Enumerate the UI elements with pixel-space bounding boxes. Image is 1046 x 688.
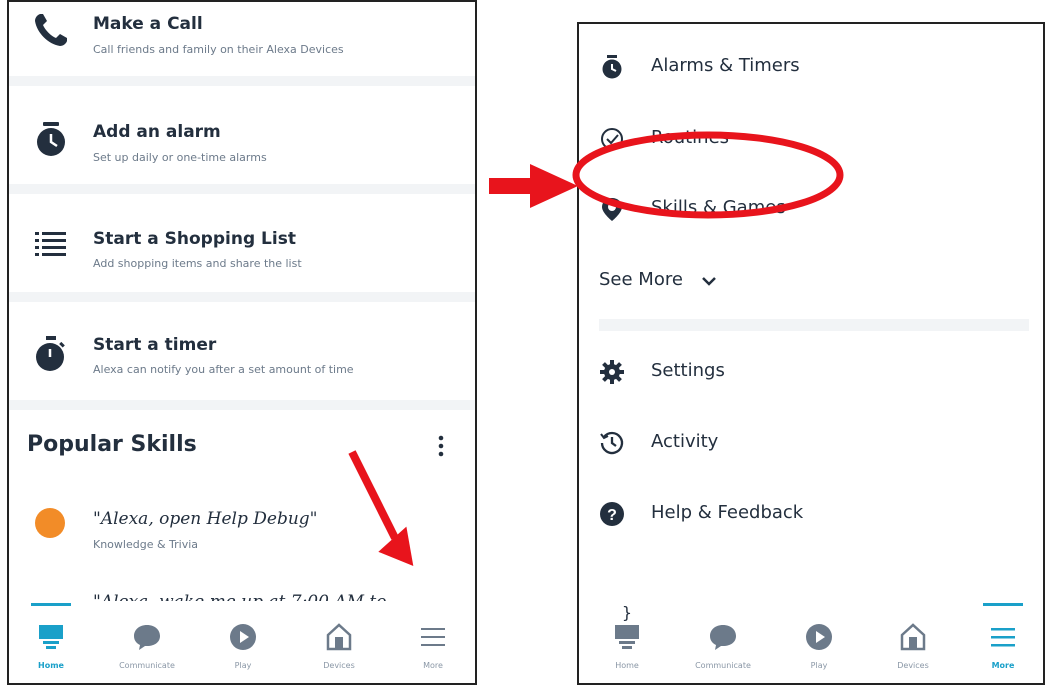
nav-label: Home <box>38 661 64 670</box>
separator <box>9 76 475 86</box>
nav-label: Devices <box>897 661 929 670</box>
hamburger-menu-icon <box>421 628 445 646</box>
home-icon <box>39 625 63 649</box>
separator <box>9 292 475 302</box>
help-icon: ? <box>600 502 624 526</box>
card-title: Make a Call <box>93 14 203 34</box>
stopwatch-icon <box>36 336 65 371</box>
routine-check-icon <box>601 128 623 150</box>
skill-phrase[interactable]: "Alexa, open Help Debug" <box>93 509 318 529</box>
play-icon <box>230 624 256 650</box>
left-screen: Make a Call Call friends and family on t… <box>7 0 477 685</box>
card-subtitle: Add shopping items and share the list <box>93 257 302 270</box>
more-options-icon[interactable] <box>431 432 451 462</box>
hamburger-menu-icon <box>991 628 1015 647</box>
card-title: Start a timer <box>93 335 217 355</box>
nav-more[interactable]: More <box>393 603 473 683</box>
menu-label: Skills & Games <box>651 197 786 218</box>
nav-devices[interactable]: Devices <box>299 603 379 683</box>
nav-more[interactable]: More <box>963 603 1043 683</box>
nav-communicate[interactable]: Communicate <box>683 603 763 683</box>
play-icon <box>806 624 832 650</box>
separator <box>599 319 1029 331</box>
nav-label: Play <box>810 661 828 670</box>
arrow-to-menu <box>489 164 578 208</box>
menu-label: Settings <box>651 360 725 381</box>
history-icon <box>600 431 624 455</box>
separator <box>9 400 475 410</box>
menu-item-help-feedback[interactable]: ? Help & Feedback <box>579 487 1043 547</box>
menu-label: Help & Feedback <box>651 502 804 523</box>
devices-icon <box>900 623 926 651</box>
menu-item-settings[interactable]: Settings <box>579 345 1043 405</box>
alarm-clock-icon <box>37 122 65 156</box>
nav-label: Play <box>234 661 252 670</box>
gear-icon <box>600 360 624 384</box>
nav-communicate[interactable]: Communicate <box>107 603 187 683</box>
chevron-down-icon[interactable] <box>701 274 717 288</box>
nav-label: Communicate <box>119 661 175 670</box>
card-subtitle: Set up daily or one-time alarms <box>93 151 267 164</box>
bottom-nav: Home } Communicate Play Devices More <box>579 603 1043 683</box>
nav-play[interactable]: Play <box>203 603 283 683</box>
alarm-clock-icon <box>602 55 622 79</box>
chat-bubble-icon <box>710 625 736 650</box>
skill-logo-icon <box>35 508 65 538</box>
devices-icon <box>326 623 352 651</box>
start-timer-card[interactable]: Start a timer Alexa can notify you after… <box>9 302 475 406</box>
card-title: Add an alarm <box>93 122 221 142</box>
nav-label: Communicate <box>695 661 751 670</box>
shopping-list-card[interactable]: Start a Shopping List Add shopping items… <box>9 194 475 298</box>
popular-skills-heading: Popular Skills <box>27 432 197 457</box>
nav-home[interactable]: Home } <box>587 603 667 683</box>
list-icon <box>35 232 66 256</box>
menu-item-skills-games[interactable]: Skills & Games <box>579 182 1043 242</box>
menu-label: Alarms & Timers <box>651 55 800 76</box>
menu-item-activity[interactable]: Activity <box>579 416 1043 476</box>
skill-category: Knowledge & Trivia <box>93 538 199 551</box>
nav-label: Devices <box>323 661 355 670</box>
nav-label: Home <box>615 661 639 670</box>
nav-label: More <box>423 661 443 670</box>
home-icon <box>615 625 639 649</box>
menu-item-alarms-timers[interactable]: Alarms & Timers <box>579 40 1043 100</box>
phone-icon <box>35 14 67 46</box>
right-screen: Alarms & Timers Routines Skills & Games … <box>577 22 1045 685</box>
menu-item-routines[interactable]: Routines <box>579 112 1043 172</box>
add-alarm-card[interactable]: Add an alarm Set up daily or one-time al… <box>9 86 475 190</box>
bottom-nav: Home Communicate Play Devices More <box>9 603 475 683</box>
nav-label: More <box>991 661 1015 670</box>
card-subtitle: Call friends and family on their Alexa D… <box>93 43 344 56</box>
nav-devices[interactable]: Devices <box>873 603 953 683</box>
nav-play[interactable]: Play <box>779 603 859 683</box>
chat-bubble-icon <box>134 625 160 650</box>
svg-text:?: ? <box>607 507 617 524</box>
location-pin-icon <box>602 198 622 221</box>
card-title: Start a Shopping List <box>93 229 296 249</box>
menu-label: Activity <box>651 431 719 452</box>
nav-home[interactable]: Home <box>11 603 91 683</box>
menu-label: Routines <box>651 127 730 148</box>
card-subtitle: Alexa can notify you after a set amount … <box>93 363 354 376</box>
see-more-link[interactable]: See More <box>599 269 683 290</box>
separator <box>9 184 475 194</box>
